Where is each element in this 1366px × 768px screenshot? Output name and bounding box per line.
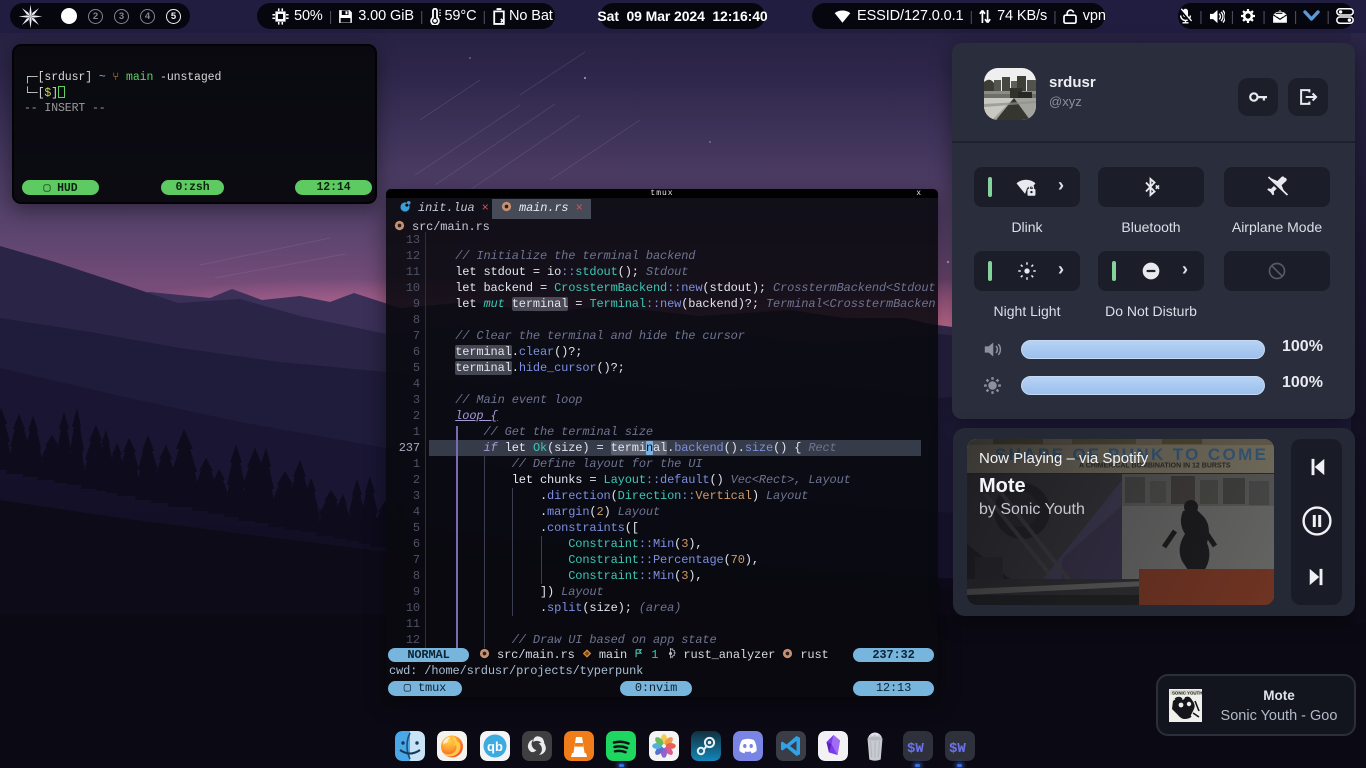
svg-text:$W: $W	[949, 741, 966, 757]
svg-text:$W: $W	[907, 741, 924, 757]
svg-text:SONIC YOUTH: SONIC YOUTH	[1172, 690, 1202, 695]
svg-text:qb: qb	[487, 739, 503, 754]
